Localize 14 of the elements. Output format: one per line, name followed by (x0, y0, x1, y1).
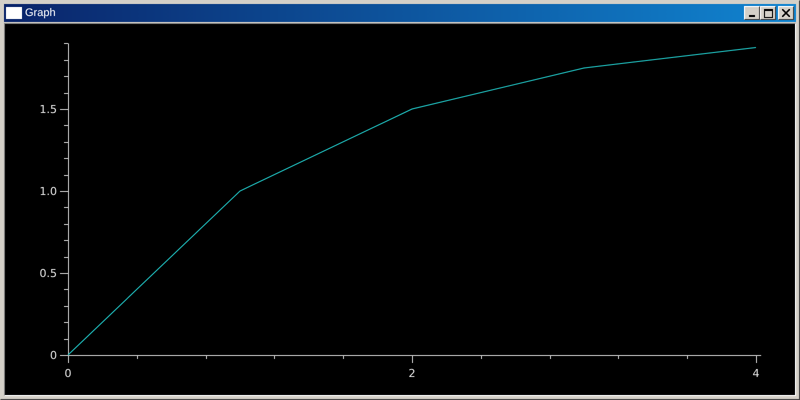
y-tick-label: 0.5 (40, 267, 57, 280)
maximize-icon (764, 8, 772, 18)
x-tick-label: 2 (408, 367, 416, 380)
y-tick-label: 1.0 (40, 185, 57, 198)
x-tick-label: 4 (752, 367, 760, 380)
y-tick-label: 0 (50, 349, 57, 362)
x-tick-label: 0 (64, 367, 72, 380)
window-icon (6, 7, 22, 19)
close-button[interactable] (778, 6, 794, 20)
close-icon (782, 9, 790, 17)
y-tick-label: 1.5 (40, 103, 57, 116)
window-title: Graph (25, 7, 57, 19)
maximize-button[interactable] (760, 6, 776, 20)
minimize-button[interactable] (744, 6, 760, 20)
